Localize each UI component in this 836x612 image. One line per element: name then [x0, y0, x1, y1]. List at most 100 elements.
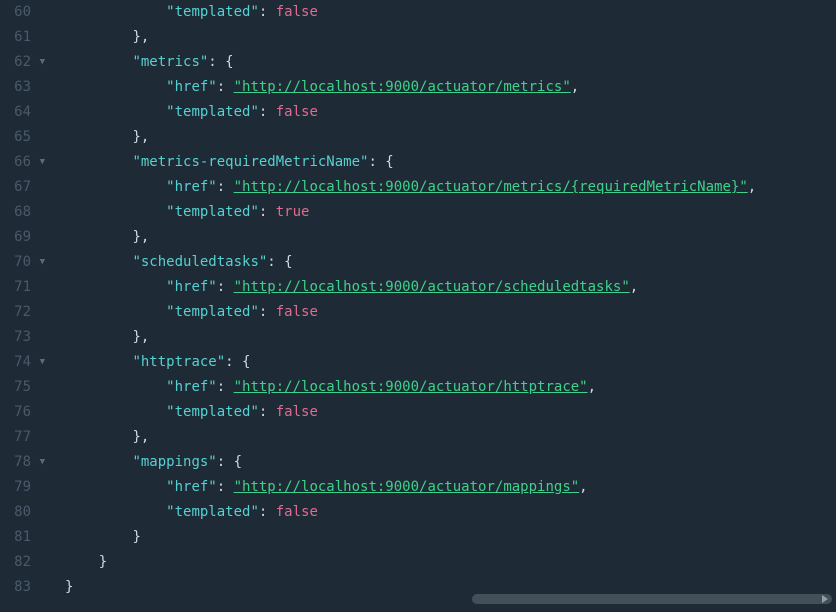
token-punct: : — [217, 179, 234, 195]
indent — [65, 329, 132, 345]
token-url[interactable]: "http://localhost:9000/actuator/metrics/… — [234, 179, 748, 195]
code-line[interactable]: } — [65, 525, 836, 550]
code-editor[interactable]: 606162▼63646566▼67686970▼71727374▼757677… — [0, 0, 836, 612]
code-line[interactable]: "templated": false — [65, 0, 836, 25]
token-url[interactable]: "http://localhost:9000/actuator/schedule… — [234, 279, 630, 295]
line-number: 63 — [0, 75, 45, 100]
token-punct: }, — [132, 129, 149, 145]
fold-toggle-icon[interactable]: ▼ — [37, 454, 45, 470]
code-line[interactable]: "href": "http://localhost:9000/actuator/… — [65, 475, 836, 500]
token-punct: : { — [217, 454, 242, 470]
code-line[interactable]: } — [65, 550, 836, 575]
indent — [65, 54, 132, 70]
code-line[interactable]: "href": "http://localhost:9000/actuator/… — [65, 275, 836, 300]
token-punct: : { — [368, 154, 393, 170]
indent — [65, 179, 166, 195]
line-number: 80 — [0, 500, 45, 525]
token-punct: , — [748, 179, 756, 195]
fold-toggle-icon[interactable]: ▼ — [37, 54, 45, 70]
line-number: 62▼ — [0, 50, 45, 75]
token-key: "templated" — [166, 104, 259, 120]
line-number: 73 — [0, 325, 45, 350]
code-line[interactable]: "templated": false — [65, 400, 836, 425]
line-number: 81 — [0, 525, 45, 550]
line-number: 67 — [0, 175, 45, 200]
token-bool: true — [276, 204, 310, 220]
token-key: "href" — [166, 279, 217, 295]
line-number: 72 — [0, 300, 45, 325]
indent — [65, 504, 166, 520]
token-punct: : — [259, 4, 276, 20]
token-url[interactable]: "http://localhost:9000/actuator/mappings… — [234, 479, 580, 495]
line-number-text: 60 — [14, 0, 31, 25]
indent — [65, 4, 166, 20]
token-url[interactable]: "http://localhost:9000/actuator/metrics" — [234, 79, 571, 95]
code-line[interactable]: "href": "http://localhost:9000/actuator/… — [65, 75, 836, 100]
horizontal-scrollbar-track[interactable] — [4, 598, 834, 608]
scroll-right-arrow-icon[interactable] — [822, 595, 828, 603]
indent — [65, 479, 166, 495]
code-line[interactable]: }, — [65, 25, 836, 50]
line-number-text: 76 — [14, 400, 31, 425]
line-number-text: 72 — [14, 300, 31, 325]
line-number: 70▼ — [0, 250, 45, 275]
line-number-text: 82 — [14, 550, 31, 575]
code-line[interactable]: "scheduledtasks": { — [65, 250, 836, 275]
token-punct: } — [99, 554, 107, 570]
code-line[interactable]: "templated": false — [65, 500, 836, 525]
fold-toggle-icon[interactable]: ▼ — [37, 354, 45, 370]
token-bool: false — [276, 504, 318, 520]
line-number-text: 67 — [14, 175, 31, 200]
line-number: 60 — [0, 0, 45, 25]
token-key: "mappings" — [132, 454, 216, 470]
indent — [65, 29, 132, 45]
token-punct: : — [217, 279, 234, 295]
token-punct: : — [259, 304, 276, 320]
code-content[interactable]: "templated": false }, "metrics": { "href… — [55, 0, 836, 612]
token-key: "metrics-requiredMetricName" — [132, 154, 368, 170]
indent — [65, 229, 132, 245]
token-key: "templated" — [166, 504, 259, 520]
code-line[interactable]: "templated": false — [65, 100, 836, 125]
code-line[interactable]: "href": "http://localhost:9000/actuator/… — [65, 375, 836, 400]
code-line[interactable]: "templated": true — [65, 200, 836, 225]
code-line[interactable]: }, — [65, 425, 836, 450]
fold-toggle-icon[interactable]: ▼ — [37, 254, 45, 270]
line-number-text: 63 — [14, 75, 31, 100]
line-number: 78▼ — [0, 450, 45, 475]
indent — [65, 279, 166, 295]
code-line[interactable]: "metrics": { — [65, 50, 836, 75]
code-line[interactable]: "metrics-requiredMetricName": { — [65, 150, 836, 175]
code-line[interactable]: "templated": false — [65, 300, 836, 325]
token-punct: }, — [132, 329, 149, 345]
line-number-text: 65 — [14, 125, 31, 150]
code-line[interactable]: }, — [65, 325, 836, 350]
indent — [65, 154, 132, 170]
line-number-text: 69 — [14, 225, 31, 250]
line-number-text: 71 — [14, 275, 31, 300]
token-key: "href" — [166, 179, 217, 195]
horizontal-scrollbar-thumb[interactable] — [472, 594, 832, 604]
line-number-text: 73 — [14, 325, 31, 350]
token-key: "href" — [166, 79, 217, 95]
fold-toggle-icon[interactable]: ▼ — [37, 154, 45, 170]
token-punct: : { — [267, 254, 292, 270]
token-bool: false — [276, 4, 318, 20]
code-line[interactable]: "httptrace": { — [65, 350, 836, 375]
token-punct: : — [259, 204, 276, 220]
code-line[interactable]: }, — [65, 125, 836, 150]
token-key: "scheduledtasks" — [132, 254, 267, 270]
code-line[interactable]: "href": "http://localhost:9000/actuator/… — [65, 175, 836, 200]
code-line[interactable]: }, — [65, 225, 836, 250]
code-line[interactable]: "mappings": { — [65, 450, 836, 475]
line-number-text: 66 — [14, 150, 31, 175]
line-number-text: 81 — [14, 525, 31, 550]
token-punct: : — [217, 379, 234, 395]
line-number-text: 75 — [14, 375, 31, 400]
line-number: 66 ▼ — [0, 150, 45, 175]
token-key: "templated" — [166, 304, 259, 320]
token-punct: } — [65, 579, 73, 595]
indent — [65, 404, 166, 420]
token-punct: , — [579, 479, 587, 495]
token-url[interactable]: "http://localhost:9000/actuator/httptrac… — [234, 379, 588, 395]
